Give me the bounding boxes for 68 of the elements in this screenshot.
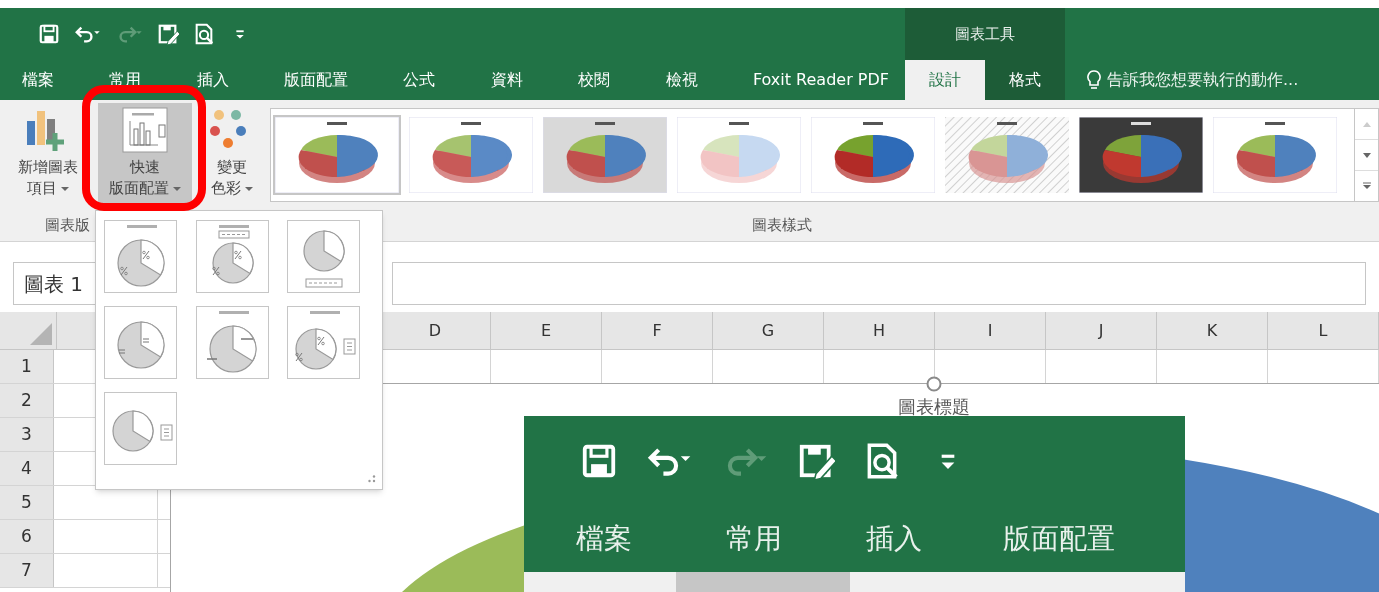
row-header[interactable]: 2 <box>0 384 54 417</box>
group-label: 圖表樣式 <box>752 215 812 236</box>
column-header[interactable]: I <box>935 312 1046 349</box>
resize-grip-icon[interactable] <box>368 475 376 483</box>
ribbon-tab[interactable]: 檔案 <box>524 506 684 572</box>
chart-title[interactable]: 圖表標題 <box>871 396 997 418</box>
chart-layout-option[interactable] <box>104 392 177 465</box>
tell-me-search[interactable]: 告訴我您想要執行的動作... <box>1107 68 1299 92</box>
save-icon[interactable] <box>580 442 618 480</box>
ribbon-tab[interactable]: 常用 <box>684 506 824 572</box>
chart-layout-option[interactable] <box>195 306 269 379</box>
column-header[interactable]: F <box>602 312 713 349</box>
ribbon-tab[interactable]: 格式 <box>985 60 1065 100</box>
row-header[interactable]: 5 <box>0 486 54 519</box>
chart-layout-option[interactable] <box>104 306 177 379</box>
pie-chart-style-icon <box>543 117 667 193</box>
ribbon-tab[interactable]: 檢視 <box>661 60 702 100</box>
ribbon-tab[interactable]: 插入 <box>824 506 964 572</box>
ribbon-button[interactable]: 新增圖表 項目 <box>6 103 90 207</box>
row-header[interactable]: 4 <box>0 452 54 485</box>
lightbulb-icon <box>1087 70 1101 90</box>
group-label: 圖表版 <box>45 215 90 236</box>
ribbon-tab[interactable]: 校閱 <box>574 60 615 100</box>
column-header[interactable]: K <box>1157 312 1268 349</box>
chart-style-option[interactable] <box>809 115 937 195</box>
pie-chart-style-icon <box>275 117 399 193</box>
caret-icon <box>245 185 254 192</box>
column-header[interactable]: G <box>713 312 824 349</box>
ribbon-tab[interactable]: 檔案 <box>18 60 58 100</box>
ribbon-tab[interactable]: Foxit Reader PDF <box>748 60 893 100</box>
resize-handle-icon[interactable] <box>926 376 942 392</box>
chart-layout-option[interactable] <box>104 220 177 293</box>
chart-style-option[interactable] <box>1077 115 1205 195</box>
column-header[interactable]: H <box>824 312 935 349</box>
pie-chart-style-icon <box>677 117 801 193</box>
save-edit-icon[interactable] <box>797 442 835 480</box>
pie-chart-style-icon <box>1213 117 1337 193</box>
row-header[interactable]: 3 <box>0 418 54 451</box>
pie-chart-style-icon <box>409 117 533 193</box>
column-header[interactable]: E <box>491 312 602 349</box>
chart-layout-option[interactable] <box>287 306 361 379</box>
save-edit-icon[interactable] <box>157 23 179 45</box>
pie-chart-style-icon <box>1079 117 1203 193</box>
ribbon-tab[interactable]: 資料 <box>486 60 527 100</box>
ribbon-tab[interactable]: 設計 <box>905 60 985 100</box>
quick-layout-icon <box>122 107 168 153</box>
row-header[interactable]: 7 <box>0 554 54 587</box>
print-preview-icon[interactable] <box>193 23 215 45</box>
row-header[interactable]: 1 <box>0 350 54 383</box>
row-header[interactable]: 6 <box>0 520 54 553</box>
caret-icon <box>61 185 70 192</box>
column-header[interactable]: J <box>1046 312 1157 349</box>
caret-down-icon <box>1362 152 1371 158</box>
save-icon[interactable] <box>38 23 60 45</box>
ribbon-tab[interactable]: 插入 <box>192 60 233 100</box>
ribbon-tab[interactable]: 版面配置 <box>280 60 353 100</box>
pie-chart-style-icon <box>811 117 935 193</box>
column-header[interactable]: L <box>1268 312 1379 349</box>
chart-layout-option[interactable] <box>287 220 361 293</box>
pie-chart-style-icon <box>945 117 1069 193</box>
caret-up-icon <box>1362 121 1371 127</box>
ribbon-button[interactable]: 變更 色彩 <box>200 103 264 207</box>
chart-layout-option[interactable] <box>195 220 269 293</box>
ribbon-tab[interactable]: 版面配置 <box>964 506 1154 572</box>
caret-icon <box>173 185 182 192</box>
contextual-group-label: 圖表工具 <box>905 8 1065 60</box>
more-icon <box>1362 182 1371 190</box>
ribbon-tab[interactable]: 公式 <box>399 60 440 100</box>
